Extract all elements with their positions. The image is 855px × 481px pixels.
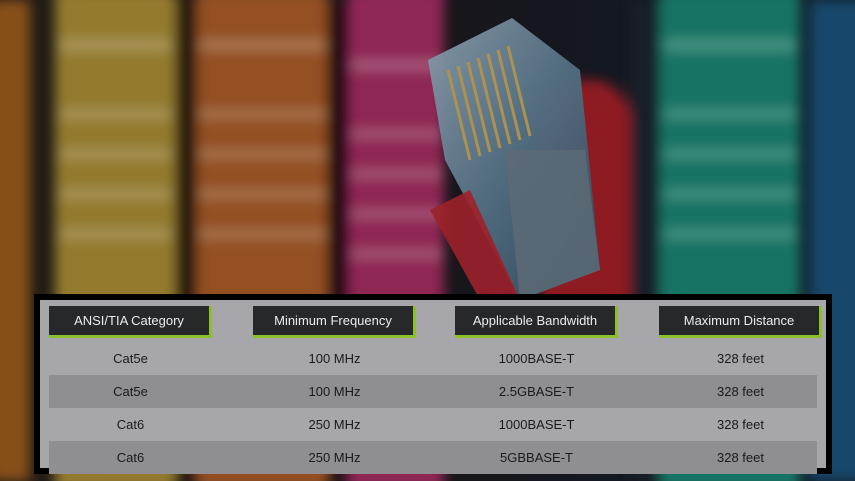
table-body: ANSI/TIA Category Minimum Frequency Appl… [40, 300, 826, 474]
cell-frequency: 250 MHz [308, 450, 361, 465]
cell-category: Cat5e [113, 384, 148, 399]
cell-frequency: 250 MHz [308, 417, 361, 432]
cell-distance: 328 feet [717, 450, 764, 465]
cell-frequency: 100 MHz [308, 384, 361, 399]
cell-bandwidth: 5GBBASE-T [500, 450, 573, 465]
table-row: Cat6 250 MHz 5GBBASE-T 328 feet [49, 441, 817, 474]
header-category: ANSI/TIA Category [49, 306, 212, 338]
header-frequency: Minimum Frequency [253, 306, 416, 338]
cell-category: Cat6 [116, 450, 145, 465]
cell-distance: 328 feet [717, 417, 764, 432]
table-row: Cat6 250 MHz 1000BASE-T 328 feet [49, 408, 817, 441]
cell-distance: 328 feet [717, 384, 764, 399]
cell-bandwidth: 2.5GBASE-T [498, 384, 575, 399]
cell-bandwidth: 1000BASE-T [498, 417, 575, 432]
comparison-table: ANSI/TIA Category Minimum Frequency Appl… [34, 294, 832, 474]
table-header-row: ANSI/TIA Category Minimum Frequency Appl… [40, 300, 826, 342]
header-distance: Maximum Distance [659, 306, 822, 338]
table-row: Cat5e 100 MHz 2.5GBASE-T 328 feet [49, 375, 817, 408]
cell-bandwidth: 1000BASE-T [498, 351, 575, 366]
header-bandwidth: Applicable Bandwidth [455, 306, 618, 338]
table-row: Cat5e 100 MHz 1000BASE-T 328 feet [49, 342, 817, 375]
cell-distance: 328 feet [717, 351, 764, 366]
cell-category: Cat5e [113, 351, 148, 366]
cell-category: Cat6 [116, 417, 145, 432]
cell-frequency: 100 MHz [308, 351, 361, 366]
